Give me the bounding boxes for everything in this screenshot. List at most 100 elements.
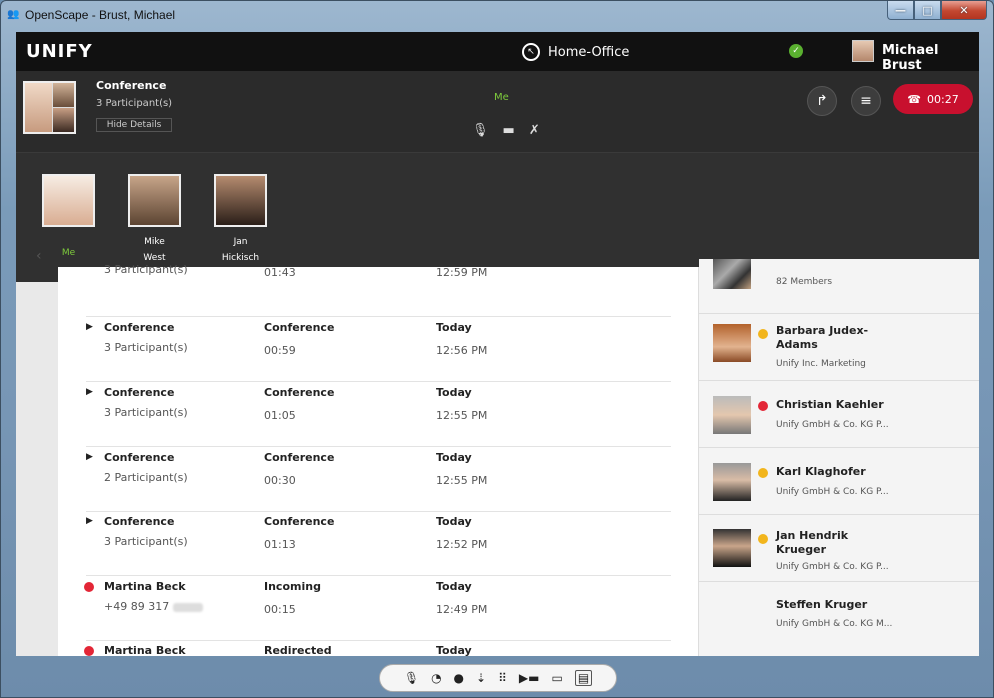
journal-duration: 01:05 bbox=[264, 409, 296, 422]
favorites-list: 82 Members Barbara Judex-Adams Unify Inc… bbox=[698, 259, 979, 656]
call-title: Conference bbox=[96, 79, 167, 92]
presence-away-icon bbox=[758, 534, 768, 544]
record-icon[interactable]: ● bbox=[454, 671, 464, 685]
contact-row[interactable]: Christian Kaehler Unify GmbH & Co. KG P.… bbox=[699, 381, 979, 448]
presence-away-icon bbox=[758, 329, 768, 339]
journal-detail: +49 89 317 bbox=[104, 600, 170, 613]
journal-row[interactable]: ▶ Conference 3 Participant(s) Conference… bbox=[86, 318, 671, 382]
volume-icon[interactable]: ⇣ bbox=[476, 671, 486, 685]
journal-time: 12:59 PM bbox=[436, 266, 488, 279]
journal-time: 12:52 PM bbox=[436, 538, 488, 551]
contact-org: Unify GmbH & Co. KG P... bbox=[776, 562, 889, 572]
panel-toggle-icon[interactable]: ▤ bbox=[574, 670, 593, 686]
menu-button[interactable]: ≡ bbox=[851, 86, 881, 116]
contact-name: Karl Klaghofer bbox=[776, 465, 866, 478]
contact-row[interactable]: Steffen Kruger Unify GmbH & Co. KG M... bbox=[699, 582, 979, 649]
journal-detail: 2 Participant(s) bbox=[104, 471, 188, 484]
expand-triangle-icon[interactable]: ▶ bbox=[86, 452, 93, 462]
headset-icon[interactable]: ◔ bbox=[431, 671, 441, 685]
missed-call-icon bbox=[84, 646, 94, 656]
hide-details-button[interactable]: Hide Details bbox=[96, 118, 172, 132]
journal-time: 12:55 PM bbox=[436, 409, 488, 422]
app-icon: 👥 bbox=[7, 9, 20, 20]
chevron-left-icon[interactable]: ‹ bbox=[36, 248, 42, 264]
user-avatar[interactable] bbox=[852, 40, 874, 62]
contact-avatar bbox=[713, 396, 751, 434]
redacted-number bbox=[172, 602, 203, 612]
transfer-button[interactable]: ↱ bbox=[807, 86, 837, 116]
journal-name: Conference bbox=[104, 386, 175, 399]
dialpad-icon[interactable]: ⠿ bbox=[498, 671, 507, 685]
participant-first-name: Jan bbox=[233, 237, 248, 247]
participant-first-name: Mike bbox=[144, 237, 165, 247]
expand-triangle-icon[interactable]: ▶ bbox=[86, 322, 93, 332]
bottom-toolbar: 🎙 ◔ ● ⇣ ⠿ ▶▬ ▭ ▤ bbox=[379, 664, 617, 692]
group-avatar bbox=[713, 259, 751, 289]
journal-duration: 01:13 bbox=[264, 538, 296, 551]
participant-avatar bbox=[42, 174, 95, 227]
window-title: OpenScape - Brust, Michael bbox=[25, 8, 176, 22]
contact-avatar bbox=[713, 463, 751, 501]
journal-row[interactable]: ▶ Conference 3 Participant(s) Conference… bbox=[86, 512, 671, 576]
contact-name: Steffen Kruger bbox=[776, 598, 868, 611]
hangup-button[interactable]: ☎ 00:27 bbox=[893, 84, 973, 114]
contact-name: Christian Kaehler bbox=[776, 398, 884, 411]
presence-busy-icon bbox=[758, 401, 768, 411]
journal-name: Conference bbox=[104, 451, 175, 464]
call-participant-count: 3 Participant(s) bbox=[96, 98, 173, 109]
journal-duration: 00:15 bbox=[264, 603, 296, 616]
active-call-bar: Conference 3 Participant(s) Hide Details… bbox=[16, 71, 979, 153]
maximize-button[interactable]: □ bbox=[914, 1, 941, 20]
journal-row[interactable]: Martina Beck +49 89 317 Incoming 00:15 T… bbox=[84, 577, 671, 641]
user-name[interactable]: Michael Brust bbox=[882, 43, 979, 73]
screen-share-icon[interactable]: ▬ bbox=[503, 123, 515, 138]
journal-detail: 3 Participant(s) bbox=[104, 406, 188, 419]
speaker-mute-icon[interactable]: ✗ bbox=[529, 123, 540, 138]
contact-avatar bbox=[713, 596, 751, 634]
journal-duration: 01:43 bbox=[264, 266, 296, 279]
journal-type: Redirected bbox=[264, 644, 332, 656]
screen-share-icon[interactable]: ▭ bbox=[551, 671, 562, 685]
contact-row[interactable]: Karl Klaghofer Unify GmbH & Co. KG P... bbox=[699, 448, 979, 515]
journal-day: Today bbox=[436, 386, 472, 399]
minimize-button[interactable]: — bbox=[887, 1, 914, 20]
microphone-icon[interactable]: 🎙 bbox=[404, 671, 419, 685]
participant-me[interactable]: Me bbox=[42, 174, 95, 261]
microphone-icon[interactable]: 🎙 bbox=[472, 123, 489, 138]
journal-row[interactable]: 3 Participant(s) 01:43 12:59 PM bbox=[86, 253, 671, 317]
journal-row[interactable]: ▶ Conference 2 Participant(s) Conference… bbox=[86, 448, 671, 512]
expand-triangle-icon[interactable]: ▶ bbox=[86, 387, 93, 397]
window-titlebar[interactable]: 👥 OpenScape - Brust, Michael — □ ✕ bbox=[1, 1, 993, 33]
contact-name: Jan Hendrik Krueger bbox=[776, 529, 849, 556]
journal-duration: 00:59 bbox=[264, 344, 296, 357]
journal-row[interactable]: ▶ Conference 3 Participant(s) Conference… bbox=[86, 383, 671, 447]
journal-day: Today bbox=[436, 515, 472, 528]
presence-status-icon[interactable]: ✓ bbox=[789, 44, 803, 58]
top-bar: UNIFY ↖ Home-Office ✓ Michael Brust bbox=[16, 32, 979, 73]
expand-triangle-icon[interactable]: ▶ bbox=[86, 516, 93, 526]
journal-detail: 3 Participant(s) bbox=[104, 535, 188, 548]
location-selector[interactable]: ↖ Home-Office bbox=[522, 43, 629, 61]
contact-row-group[interactable]: 82 Members bbox=[699, 259, 979, 314]
journal-type: Incoming bbox=[264, 580, 321, 593]
journal-type: Conference bbox=[264, 451, 335, 464]
contact-name: Barbara Judex-Adams bbox=[776, 324, 869, 351]
journal-name: Martina Beck bbox=[104, 644, 186, 656]
missed-call-icon bbox=[84, 582, 94, 592]
journal-time: 12:55 PM bbox=[436, 474, 488, 487]
journal-duration: 00:30 bbox=[264, 474, 296, 487]
location-icon: ↖ bbox=[522, 43, 540, 61]
contact-row[interactable]: Jan Hendrik Krueger Unify GmbH & Co. KG … bbox=[699, 515, 979, 582]
contact-row[interactable]: Barbara Judex-Adams Unify Inc. Marketing bbox=[699, 314, 979, 381]
journal-row[interactable]: Martina Beck Redirected Today bbox=[84, 641, 671, 656]
journal-detail: 3 Participant(s) bbox=[104, 341, 188, 354]
participant-avatar bbox=[128, 174, 181, 227]
journal-day: Today bbox=[436, 321, 472, 334]
phone-hangup-icon: ☎ bbox=[907, 92, 921, 106]
close-button[interactable]: ✕ bbox=[941, 1, 987, 20]
journal-day: Today bbox=[436, 451, 472, 464]
video-icon[interactable]: ▶▬ bbox=[519, 671, 540, 685]
unify-logo: UNIFY bbox=[26, 41, 93, 62]
contact-avatar bbox=[713, 324, 751, 362]
contact-avatar bbox=[713, 529, 751, 567]
